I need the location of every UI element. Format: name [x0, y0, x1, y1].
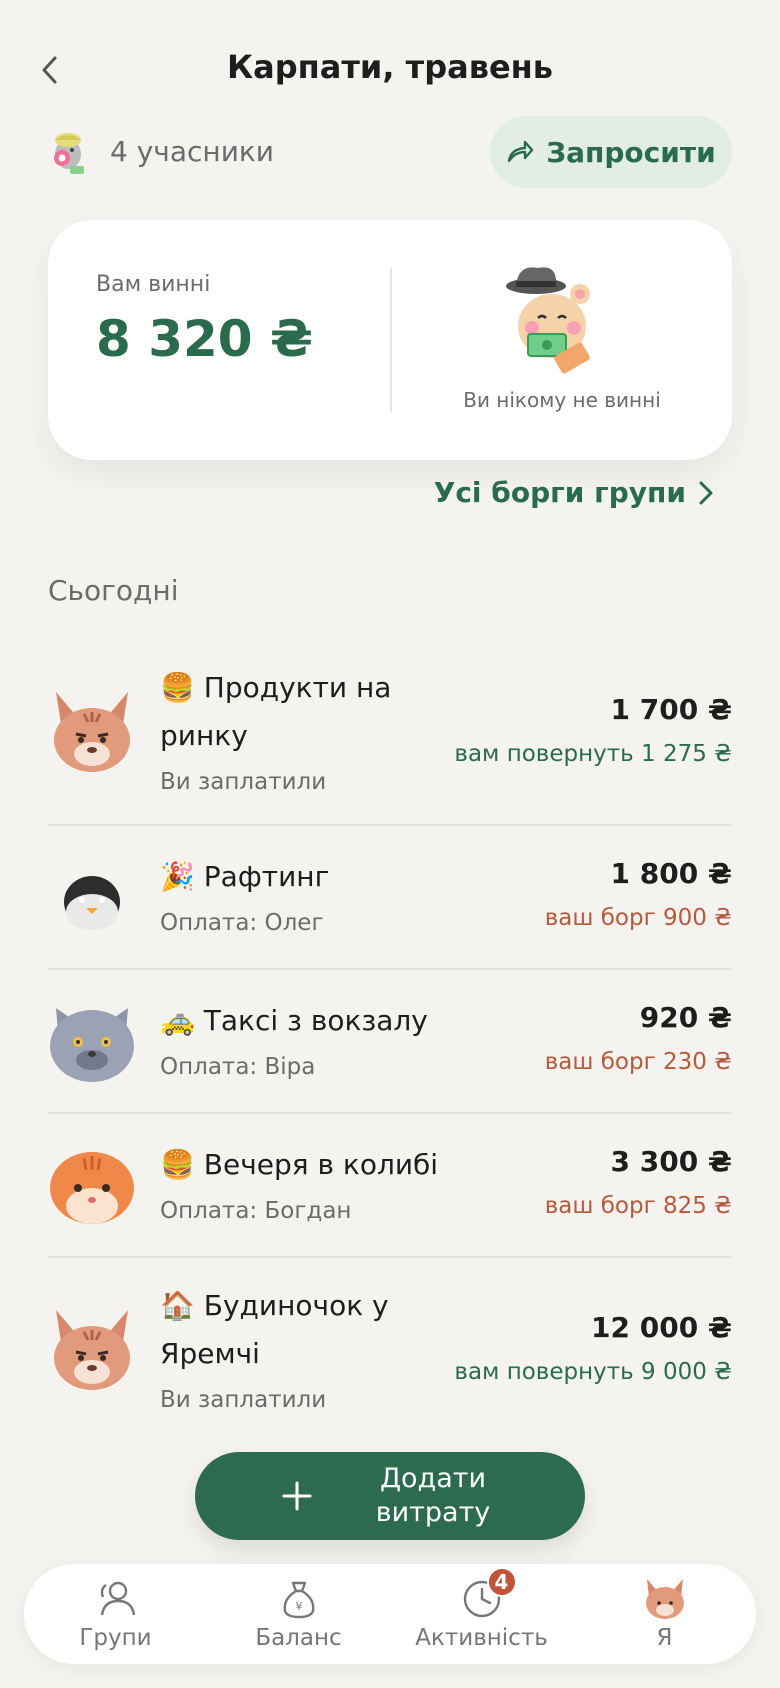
add-expense-label: Додати витрату [375, 1463, 491, 1528]
members-count: 4 учасники [110, 134, 274, 168]
members-row[interactable]: 4 учасники [48, 126, 274, 176]
expense-payer: Оплата: Віра [160, 1054, 316, 1080]
expense-name: 🍔 Продукти на ринку [160, 671, 392, 752]
section-today-label: Сьогодні [48, 574, 179, 607]
nav-label: Баланс [255, 1625, 342, 1651]
nav-item-balance[interactable]: ¥ Баланс [214, 1577, 384, 1651]
invite-button-label: Запросити [546, 135, 716, 169]
add-expense-button[interactable]: Додати витрату [195, 1452, 585, 1540]
all-group-debts-link[interactable]: Усі борги групи [434, 476, 714, 509]
chevron-right-icon [699, 481, 713, 504]
money-bag-icon: ¥ [283, 1581, 314, 1619]
all-group-debts-label: Усі борги групи [433, 476, 686, 509]
expense-name: 🍔 Вечеря в колибі [160, 1148, 439, 1181]
group-mascot-icon [54, 133, 84, 174]
expense-payer: Ви заплатили [160, 1387, 327, 1413]
gray-cat-avatar-icon [50, 1008, 134, 1082]
you-owe-none-label: Ви нікому не винні [463, 388, 661, 412]
expense-name: 🚕 Таксі з вокзалу [160, 1004, 428, 1037]
bottom-navigation: Групи ¥ Баланс 4 Активність Я [24, 1564, 756, 1664]
expense-share: вам повернуть 9 000 ₴ [454, 1359, 732, 1385]
balance-card: Вам винні 8 320 ₴ Ви нікому не винні [48, 220, 732, 460]
page-title: Карпати, травень [227, 48, 553, 86]
expense-list: 🍔 Продукти на ринку Ви заплатили 1 700 ₴… [48, 640, 732, 1444]
nav-label: Я [656, 1625, 673, 1651]
party-popper-icon: 🎉 [160, 860, 195, 893]
expense-amount: 920 ₴ [639, 1001, 732, 1034]
nav-item-groups[interactable]: Групи [31, 1577, 201, 1651]
expense-name: 🏠 Будиночок у Яремчі [160, 1289, 389, 1370]
expense-payer: Оплата: Богдан [160, 1198, 352, 1224]
profile-avatar-icon [645, 1579, 684, 1619]
expense-row[interactable]: 🎉 Рафтинг Оплата: Олег 1 800 ₴ ваш борг … [48, 826, 732, 970]
expense-amount: 12 000 ₴ [591, 1311, 732, 1344]
nav-item-profile[interactable]: Я [580, 1577, 750, 1651]
expense-share: ваш борг 900 ₴ [544, 905, 732, 931]
lynx-cat-avatar-icon [54, 1310, 130, 1390]
expense-share: ваш борг 230 ₴ [544, 1049, 732, 1075]
bear-with-money-illustration [506, 267, 590, 374]
svg-text:¥: ¥ [295, 1600, 302, 1613]
expense-name: 🎉 Рафтинг [160, 860, 330, 893]
taxi-icon: 🚕 [160, 1004, 195, 1037]
expense-amount: 3 300 ₴ [610, 1145, 733, 1178]
people-icon [100, 1581, 135, 1616]
orange-cat-avatar-icon [50, 1152, 134, 1224]
owed-to-you-label: Вам винні [96, 272, 211, 297]
plus-icon [282, 1481, 312, 1511]
nav-label: Групи [79, 1625, 152, 1651]
expense-row[interactable]: 🍔 Продукти на ринку Ви заплатили 1 700 ₴… [48, 640, 732, 826]
nav-label: Активність [415, 1625, 548, 1651]
burger-icon: 🍔 [160, 1148, 195, 1181]
expense-payer: Ви заплатили [160, 769, 327, 795]
expense-payer: Оплата: Олег [160, 910, 324, 936]
expense-row[interactable]: 🚕 Таксі з вокзалу Оплата: Віра 920 ₴ ваш… [48, 970, 732, 1114]
expense-row[interactable]: 🍔 Вечеря в колибі Оплата: Богдан 3 300 ₴… [48, 1114, 732, 1258]
lynx-cat-avatar-icon [54, 692, 130, 772]
burger-icon: 🍔 [160, 671, 195, 704]
house-icon: 🏠 [160, 1289, 195, 1322]
notification-badge: 4 [486, 1567, 517, 1597]
screen: Карпати, травень 4 учасники Запросити Ва… [0, 0, 780, 1688]
penguin-avatar-icon [64, 876, 120, 930]
expense-amount: 1 700 ₴ [610, 693, 733, 726]
nav-item-activity[interactable]: 4 Активність [397, 1567, 567, 1651]
expense-share: вам повернуть 1 275 ₴ [454, 741, 732, 767]
expense-share: ваш борг 825 ₴ [544, 1193, 732, 1219]
expense-row[interactable]: 🏠 Будиночок у Яремчі Ви заплатили 12 000… [48, 1258, 732, 1444]
owed-to-you-amount: 8 320 ₴ [96, 310, 313, 368]
invite-button[interactable]: Запросити [490, 116, 732, 188]
expense-amount: 1 800 ₴ [610, 857, 733, 890]
share-arrow-icon [508, 140, 534, 163]
